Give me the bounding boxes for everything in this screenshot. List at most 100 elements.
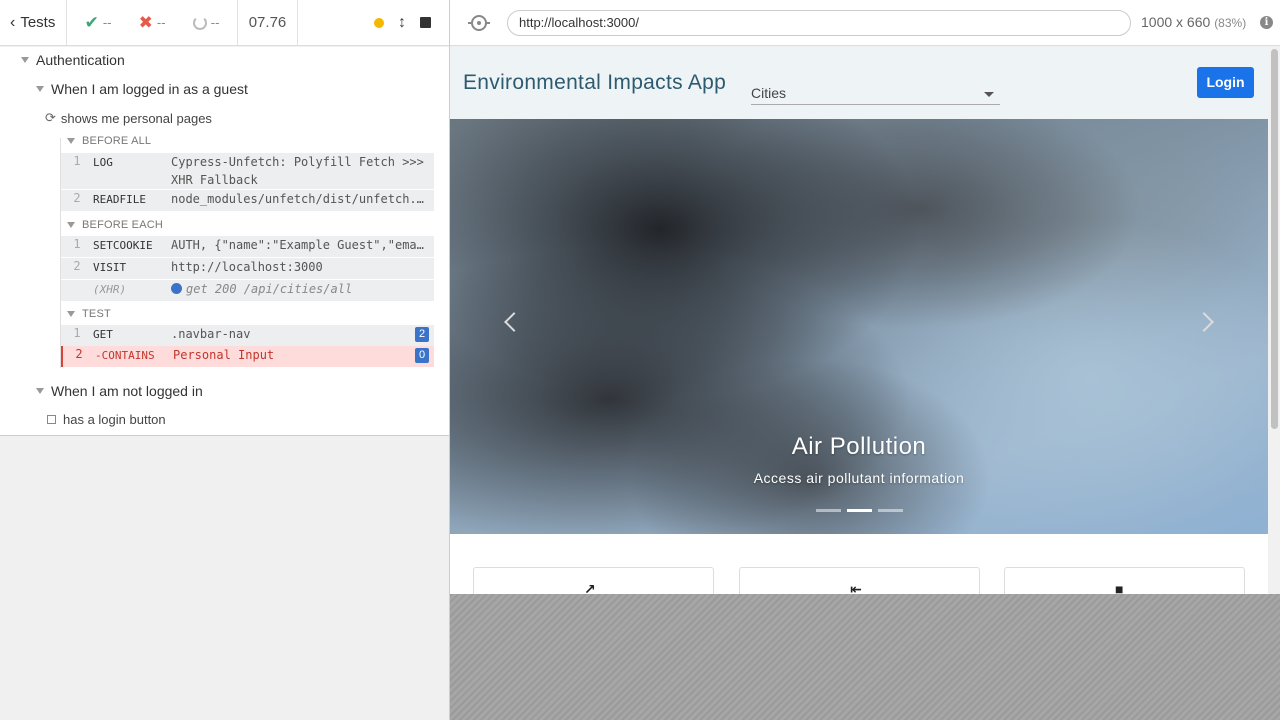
hook-before-all[interactable]: BEFORE ALL (67, 135, 151, 147)
carousel-indicator[interactable] (816, 509, 841, 512)
cities-select[interactable]: Cities (751, 78, 1000, 105)
carousel-next-icon[interactable] (1194, 312, 1214, 332)
command-get[interactable]: 1 GET .navbar-nav 2 (61, 325, 434, 346)
suite-authentication[interactable]: Authentication (21, 52, 125, 68)
app-brand[interactable]: Environmental Impacts App (463, 71, 726, 95)
command-visit[interactable]: 2 VISIT http://localhost:3000 (61, 258, 434, 279)
command-number: 2 (73, 191, 81, 205)
command-readfile[interactable]: 2 READFILE node_modules/unfetch/dist/unf… (61, 190, 434, 211)
hook-label: BEFORE ALL (82, 135, 152, 147)
feature-card[interactable]: ■ (1004, 567, 1245, 594)
collapse-triangle-icon (67, 311, 75, 317)
command-message: AUTH, {"name":"Example Guest","email":"g… (171, 238, 434, 252)
aut-panel: http://localhost:3000/ 1000 x 660 (83%) … (450, 0, 1280, 720)
command-name: READFILE (93, 193, 146, 206)
test-has-login-button[interactable]: has a login button (47, 412, 166, 427)
xhr-status-dot-icon (171, 283, 182, 294)
command-setcookie[interactable]: 1 SETCOOKIE AUTH, {"name":"Example Guest… (61, 236, 434, 257)
hook-label: BEFORE EACH (82, 219, 164, 231)
command-number: 2 (75, 347, 83, 361)
viewport-zoom: (83%) (1214, 16, 1247, 30)
test-shows-personal-pages[interactable]: ⟳ shows me personal pages (45, 110, 212, 126)
collapse-triangle-icon (67, 222, 75, 228)
feature-card[interactable]: ↗ (473, 567, 714, 594)
caret-down-icon (984, 92, 994, 97)
tests-label: Tests (20, 14, 56, 31)
passed-count: -- (102, 15, 112, 30)
test-stats: ✔ -- ✖ -- -- (67, 0, 238, 45)
command-number: 1 (73, 326, 81, 340)
viewport-info: 1000 x 660 (83%) (1141, 14, 1246, 30)
chevron-left-icon: ‹ (10, 13, 16, 31)
app-navbar: Environmental Impacts App Cities Login (450, 47, 1268, 119)
suite-title: Authentication (36, 52, 125, 68)
url-bar[interactable]: http://localhost:3000/ (507, 10, 1131, 36)
carousel-prev-icon[interactable] (504, 312, 524, 332)
collapse-triangle-icon (21, 57, 29, 63)
auto-scroll-icon[interactable]: ↕ (398, 14, 406, 32)
xhr-message-text: get 200 /api/cities/all (186, 282, 353, 296)
info-icon[interactable]: i (1260, 16, 1273, 29)
command-message: http://localhost:3000 (171, 260, 323, 274)
hook-label: TEST (82, 308, 111, 320)
element-count-badge: 2 (415, 327, 429, 342)
collapse-triangle-icon (36, 388, 44, 394)
feature-card[interactable]: ⇤ (739, 567, 980, 594)
scrollbar-thumb[interactable] (1271, 49, 1278, 429)
passed-stat: ✔ -- (85, 13, 112, 33)
x-icon: ✖ (138, 12, 153, 32)
arrow-left-icon: ⇤ (850, 581, 862, 594)
command-message: .navbar-nav (171, 327, 251, 341)
command-message: Cypress-Unfetch: Polyfill Fetch >>> XHR … (171, 155, 424, 187)
pending-count: -- (210, 15, 220, 30)
command-name: -CONTAINS (95, 349, 155, 362)
command-number: 2 (73, 259, 81, 273)
context-logged-in-guest[interactable]: When I am logged in as a guest (36, 81, 248, 97)
command-message: Personal Input (173, 348, 275, 362)
pending-circle-icon (192, 15, 207, 30)
running-indicator-icon (374, 17, 384, 28)
failed-count: -- (156, 15, 166, 30)
hero-carousel: Air Pollution Access air pollutant infor… (450, 119, 1268, 534)
check-icon: ✔ (84, 12, 99, 32)
reporter-panel: ‹ Tests ✔ -- ✖ -- -- 07.76 ↕ Authenticat… (0, 0, 450, 720)
carousel-indicator[interactable] (878, 509, 903, 512)
command-contains-failed[interactable]: 2 -CONTAINS Personal Input 0 (61, 346, 434, 367)
context-not-logged-in[interactable]: When I am not logged in (36, 383, 203, 399)
carousel-title: Air Pollution (791, 433, 927, 460)
command-message: get 200 /api/cities/all (171, 280, 434, 301)
test-title: has a login button (63, 412, 166, 427)
pending-stat: -- (192, 15, 220, 30)
collapse-triangle-icon (36, 86, 44, 92)
command-message: node_modules/unfetch/dist/unfetch.umd.js (171, 192, 434, 206)
command-name: LOG (93, 156, 113, 169)
stop-icon[interactable] (420, 17, 431, 28)
selector-playground-icon[interactable] (468, 15, 490, 31)
login-button[interactable]: Login (1197, 67, 1254, 98)
command-name: GET (93, 328, 113, 341)
trend-up-icon: ↗ (584, 581, 596, 594)
folder-icon: ■ (1115, 581, 1124, 594)
context-title: When I am logged in as a guest (51, 81, 248, 97)
duration: 07.76 (238, 0, 298, 45)
tests-button[interactable]: ‹ Tests (0, 0, 67, 45)
carousel-indicator[interactable] (847, 509, 872, 512)
command-xhr[interactable]: (XHR) get 200 /api/cities/all (61, 280, 434, 301)
command-log[interactable]: 1 LOG Cypress-Unfetch: Polyfill Fetch >>… (61, 153, 434, 189)
cities-select-value: Cities (751, 85, 787, 101)
hook-before-each[interactable]: BEFORE EACH (67, 219, 163, 231)
hook-test[interactable]: TEST (67, 308, 111, 320)
run-controls: ↕ (298, 0, 449, 45)
collapse-triangle-icon (67, 138, 75, 144)
command-name: VISIT (93, 261, 127, 274)
command-number: 1 (73, 154, 81, 168)
app-iframe: Environmental Impacts App Cities Login A… (450, 47, 1280, 594)
element-count-badge: 0 (415, 348, 429, 363)
running-refresh-icon: ⟳ (45, 110, 56, 125)
aut-header: http://localhost:3000/ 1000 x 660 (83%) … (450, 0, 1280, 46)
viewport-size: 1000 x 660 (1141, 14, 1211, 30)
command-number (61, 280, 93, 301)
carousel-subtitle: Access air pollutant information (753, 470, 965, 486)
command-name: (XHR) (93, 283, 127, 296)
pending-checkbox-icon (47, 415, 56, 424)
